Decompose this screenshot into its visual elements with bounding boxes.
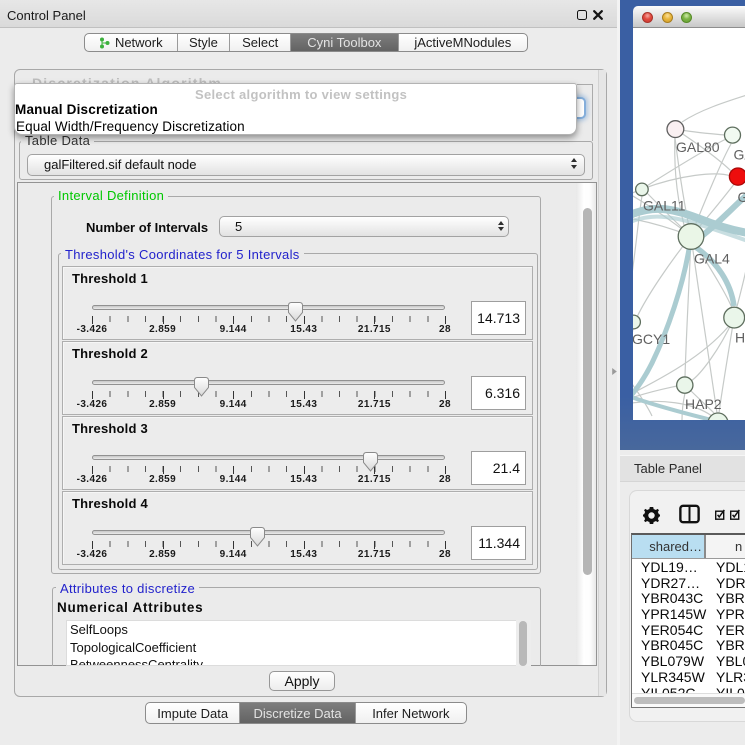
svg-text:HAP2: HAP2	[685, 396, 722, 412]
svg-text:GAL11: GAL11	[643, 198, 686, 214]
svg-text:GAL80: GAL80	[676, 139, 720, 155]
svg-text:GAL4: GAL4	[694, 251, 730, 267]
svg-text:H: H	[735, 330, 745, 346]
svg-text:GA: GA	[734, 147, 745, 163]
svg-text:GCY1: GCY1	[633, 331, 670, 347]
svg-text:G: G	[738, 189, 745, 205]
